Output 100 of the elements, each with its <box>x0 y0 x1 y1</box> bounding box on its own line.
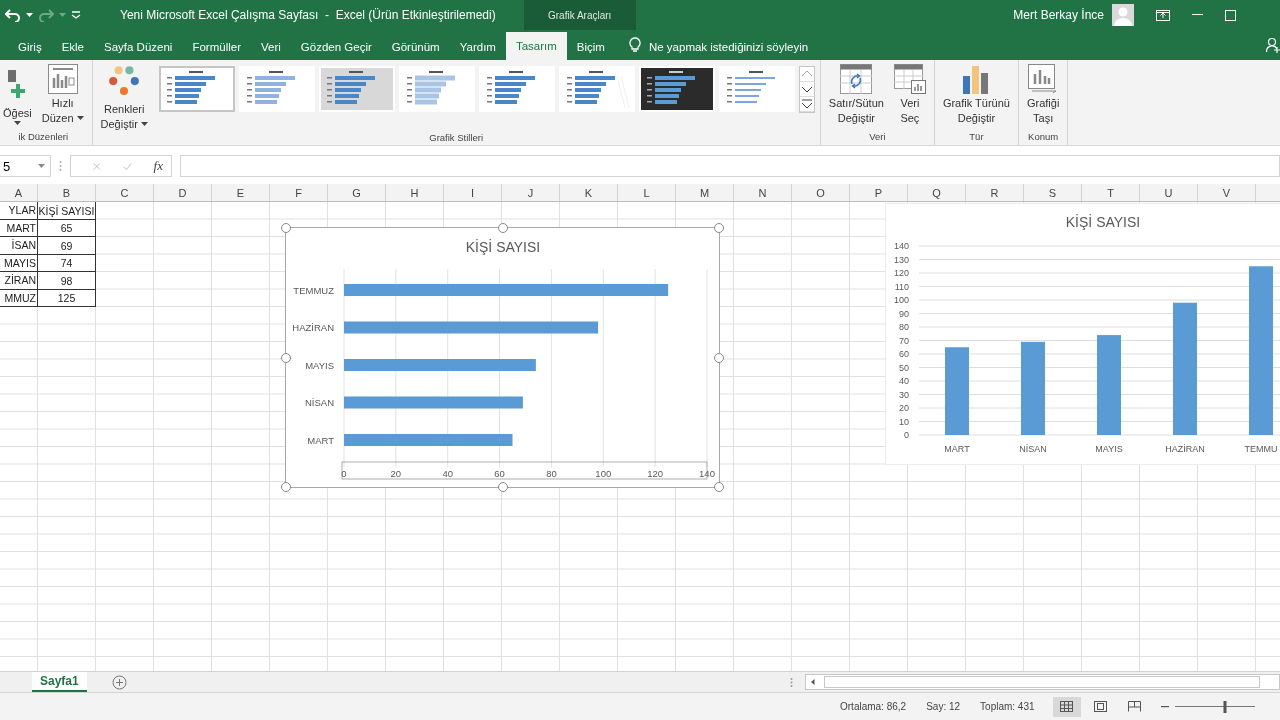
column-header[interactable]: I <box>444 184 502 201</box>
chart-style-thumbnail[interactable] <box>558 66 635 112</box>
change-colors-button[interactable]: Renkleri Değiştir <box>97 64 151 132</box>
axis-tick-label: 130 <box>893 254 909 265</box>
formula-input[interactable] <box>180 155 1280 177</box>
ribbon-tab[interactable]: Veri <box>251 34 291 60</box>
column-header[interactable]: H <box>386 184 444 201</box>
column-header[interactable]: U <box>1140 184 1198 201</box>
split-grip-icon[interactable] <box>789 676 793 688</box>
zoom-out-icon[interactable] <box>1160 705 1169 708</box>
ribbon-display-icon[interactable] <box>1156 9 1170 21</box>
resize-handle[interactable] <box>281 223 291 233</box>
chart-style-thumbnail[interactable] <box>158 66 235 112</box>
sheet-tab[interactable]: Sayfa1 <box>32 672 87 692</box>
resize-handle[interactable] <box>497 223 508 233</box>
ribbon-tab[interactable]: Tasarım <box>505 32 567 60</box>
ribbon-tab[interactable]: Biçim <box>566 34 615 60</box>
share-person-icon[interactable] <box>1266 37 1280 53</box>
axis-tick-label: 140 <box>893 241 909 251</box>
axis-tick-label: 40 <box>899 376 909 386</box>
resize-handle[interactable] <box>714 223 724 233</box>
table-cell: MAYIS <box>0 254 38 272</box>
chart-style-thumbnail[interactable] <box>398 66 475 112</box>
column-header[interactable]: T <box>1082 184 1140 201</box>
column-header[interactable]: M <box>676 184 734 201</box>
dropdown-caret-icon[interactable] <box>26 13 33 17</box>
column-header[interactable]: P <box>850 184 908 201</box>
caret-icon[interactable] <box>38 164 45 168</box>
column-header[interactable]: L <box>618 184 676 201</box>
column-header[interactable]: C <box>96 184 154 201</box>
category-label: HAZİRAN <box>292 322 334 333</box>
customize-toolbar-icon[interactable] <box>71 11 81 19</box>
column-header[interactable]: E <box>212 184 270 201</box>
chart-style-thumbnail[interactable] <box>638 66 715 112</box>
horizontal-scrollbar[interactable] <box>804 674 1280 690</box>
category-label: MAYIS <box>1095 444 1123 454</box>
table-cell: 98 <box>38 272 96 290</box>
minimize-icon[interactable] <box>1192 14 1203 16</box>
chart-style-thumbnail[interactable] <box>718 66 795 112</box>
resize-handle[interactable] <box>281 352 291 363</box>
ribbon-tab[interactable]: Ekle <box>51 34 94 60</box>
tell-me-search[interactable]: Ne yapmak istediğinizi söyleyin <box>648 34 809 60</box>
add-sheet-icon[interactable] <box>111 674 127 690</box>
normal-view-button[interactable] <box>1052 696 1081 717</box>
axis-tick-label: 60 <box>494 468 505 479</box>
ribbon-tab[interactable]: Yardım <box>449 34 506 60</box>
page-break-icon <box>1128 701 1142 712</box>
redo-icon[interactable] <box>38 8 54 22</box>
column-header[interactable]: J <box>502 184 560 201</box>
status-count: Say: 12 <box>926 701 961 712</box>
column-header[interactable]: N <box>734 184 792 201</box>
enter-check-icon[interactable] <box>122 160 132 172</box>
axis-tick-label: 20 <box>390 468 402 479</box>
column-header[interactable]: G <box>328 184 386 201</box>
insert-function-button[interactable]: fx <box>153 158 163 174</box>
column-header[interactable]: Q <box>908 184 966 201</box>
resize-handle[interactable] <box>281 482 291 492</box>
move-chart-icon <box>1028 64 1059 94</box>
resize-handle[interactable] <box>714 482 724 492</box>
resize-handle[interactable] <box>714 352 724 363</box>
ribbon-button[interactable]: Hızlı Düzen <box>38 64 87 131</box>
group-label: Konum <box>1028 131 1059 144</box>
column-header[interactable]: R <box>966 184 1024 201</box>
column-header[interactable]: D <box>154 184 212 201</box>
column-header[interactable]: S <box>1024 184 1082 201</box>
chart-style-thumbnail[interactable] <box>238 66 315 112</box>
grid-icon <box>1060 701 1074 712</box>
axis-tick-label: 120 <box>893 268 909 278</box>
resize-handle[interactable] <box>497 482 508 492</box>
scroll-thumb[interactable] <box>823 676 1260 688</box>
ribbon-tab[interactable]: Formüller <box>182 34 251 60</box>
name-box[interactable]: 5 <box>0 155 51 177</box>
column-header[interactable]: K <box>560 184 618 201</box>
chart-area[interactable]: KİŞİ SAYISI 0 10 20 30 40 50 60 70 80 90 100 110 120 130 140 MART NİSAN MAYIS HAZİRAN TEMMU <box>885 203 1280 465</box>
column-header[interactable]: A <box>0 184 38 201</box>
ribbon-tab[interactable]: Sayfa Düzeni <box>94 34 183 60</box>
chart-style-thumbnail[interactable] <box>478 66 555 112</box>
table-cell: MMUZ <box>0 289 38 307</box>
ribbon-button[interactable]: Satır/Sütun Değiştir <box>825 64 887 131</box>
ribbon-tab[interactable]: Gözden Geçir <box>290 34 382 60</box>
maximize-icon[interactable] <box>1225 9 1236 21</box>
ribbon-button[interactable]: Grafik Türünü Değiştir <box>939 64 1013 131</box>
category-label: HAZİRAN <box>1165 444 1205 454</box>
table-cell: İSAN <box>0 237 38 255</box>
ribbon-button[interactable]: Veri Seç <box>890 64 929 131</box>
undo-icon[interactable] <box>5 8 21 22</box>
column-header[interactable]: F <box>270 184 328 201</box>
chart-style-thumbnail[interactable] <box>318 66 395 112</box>
ribbon-button[interactable]: Grafiği Taşı <box>1023 64 1063 131</box>
column-header[interactable]: V <box>1198 184 1256 201</box>
column-header[interactable]: B <box>38 184 96 201</box>
group-label: ik Düzenleri <box>18 131 69 144</box>
ribbon-tab[interactable]: Görünüm <box>381 34 450 60</box>
ribbon-button[interactable]: Öğesi <box>0 64 35 131</box>
expand-gallery-icon[interactable] <box>799 97 814 112</box>
table-cell: 74 <box>38 254 96 272</box>
column-header[interactable]: O <box>792 184 850 201</box>
axis-tick-label: 80 <box>899 322 909 332</box>
axis-tick-label: 40 <box>442 468 453 479</box>
ribbon-tab[interactable]: Giriş <box>8 34 52 60</box>
